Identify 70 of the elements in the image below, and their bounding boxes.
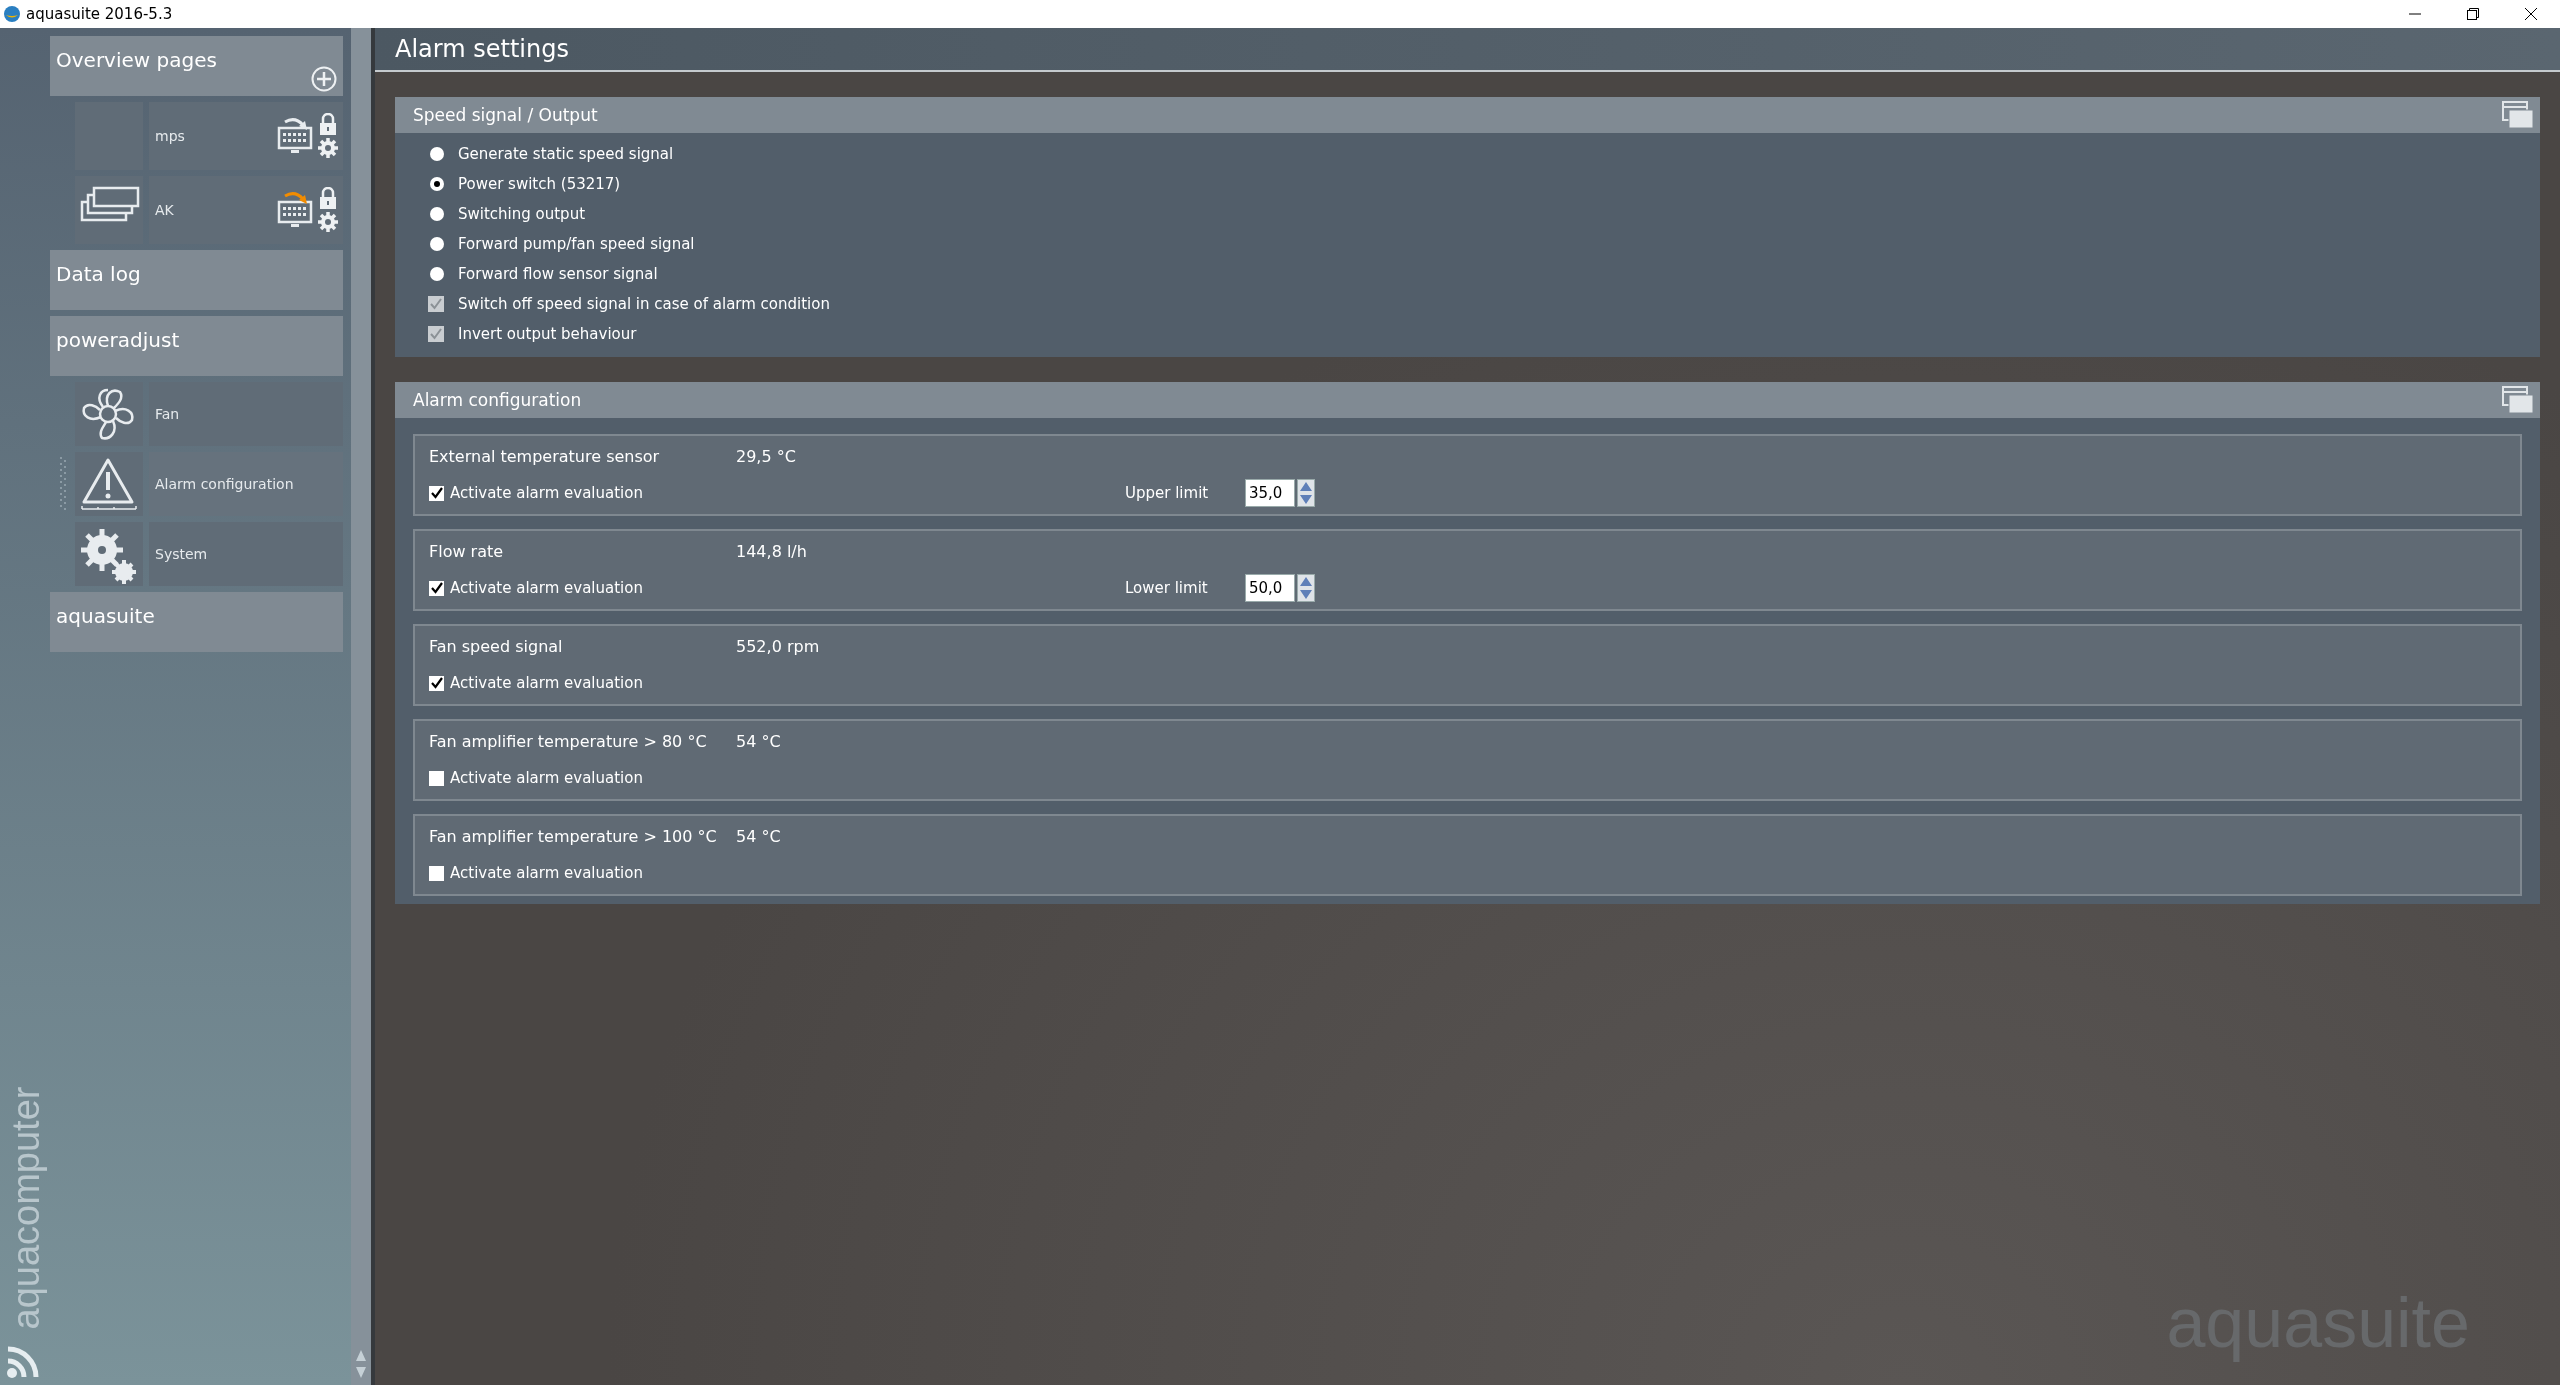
sidebar-item[interactable]: mps — [149, 102, 343, 170]
spinner-arrows-icon[interactable] — [1297, 479, 1315, 507]
checkbox[interactable] — [428, 326, 444, 342]
icon-tile[interactable] — [75, 522, 143, 586]
sensor-label: Flow rate — [429, 541, 505, 561]
checkbox[interactable] — [428, 296, 444, 312]
icon-tile[interactable] — [75, 176, 143, 244]
option-label: Forward flow sensor signal — [458, 265, 658, 283]
sensor-label: Fan speed signal — [429, 636, 564, 656]
panel-header: Alarm configuration — [395, 382, 2540, 418]
sensor-label: Fan amplifier temperature > 80 °C — [429, 731, 708, 751]
sensor-reading: 144,8 l/h — [736, 541, 807, 561]
checkbox[interactable] — [429, 865, 444, 881]
sidebar-item[interactable]: AK — [149, 176, 343, 244]
windows-icon[interactable] — [2502, 386, 2534, 414]
page-title: Alarm settings — [395, 35, 569, 63]
checkbox-label: Activate alarm evaluation — [450, 579, 643, 597]
checkbox[interactable] — [429, 485, 444, 501]
radio-button[interactable] — [430, 267, 444, 281]
sensor-label: External temperature sensor — [429, 446, 661, 466]
checkbox-label: Activate alarm evaluation — [450, 864, 643, 882]
lock-icon[interactable] — [319, 113, 337, 135]
restore-icon[interactable] — [2467, 8, 2479, 20]
radio-button[interactable] — [430, 147, 444, 161]
window-title: aquasuite 2016-5.3 — [26, 5, 173, 23]
radio-button[interactable] — [430, 207, 444, 221]
sidebar-section-tile[interactable]: poweradjust — [50, 316, 343, 376]
checkbox-label: Activate alarm evaluation — [450, 674, 643, 692]
sidebar-item[interactable]: Alarm configuration — [149, 452, 343, 516]
sensor-reading: 54 °C — [736, 731, 781, 751]
option-label: Switching output — [458, 205, 586, 223]
lock-icon[interactable] — [319, 187, 337, 209]
app-logo-icon — [4, 6, 20, 22]
brand-logo-text: aquacomputer — [4, 1085, 48, 1330]
sidebar-item[interactable]: Fan — [149, 382, 343, 446]
limit-label: Upper limit — [1125, 484, 1210, 502]
option-label: Generate static speed signal — [458, 145, 674, 163]
limit-input[interactable]: 35,0 — [1245, 479, 1295, 507]
option-label: Invert output behaviour — [458, 325, 637, 343]
option-label: Power switch (53217) — [458, 175, 621, 193]
panel-header: Speed signal / Output — [395, 97, 2540, 133]
sensor-reading: 54 °C — [736, 826, 781, 846]
sidebar-item[interactable]: System — [149, 522, 343, 586]
sidebar-section-tile[interactable]: aquasuite — [50, 592, 343, 652]
option-label: Forward pump/fan speed signal — [458, 235, 695, 253]
checkbox-label: Activate alarm evaluation — [450, 769, 643, 787]
settings-icon[interactable] — [317, 211, 339, 233]
limit-input[interactable]: 50,0 — [1245, 574, 1295, 602]
checkbox[interactable] — [429, 770, 444, 786]
checkbox[interactable] — [429, 580, 444, 596]
checkbox-label: Activate alarm evaluation — [450, 484, 643, 502]
checkbox[interactable] — [429, 675, 444, 691]
icon-tile[interactable] — [75, 382, 143, 446]
spinner-arrows-icon[interactable] — [1297, 574, 1315, 602]
windows-icon[interactable] — [2502, 101, 2534, 129]
sidebar-section-tile[interactable]: Data log — [50, 250, 343, 310]
monitor-arrow-icon[interactable] — [277, 190, 313, 230]
close-icon[interactable] — [2525, 8, 2537, 20]
settings-icon[interactable] — [317, 137, 339, 159]
radio-button[interactable] — [430, 177, 444, 191]
sensor-label: Fan amplifier temperature > 100 °C — [429, 826, 718, 846]
option-label: Switch off speed signal in case of alarm condition — [458, 295, 830, 313]
monitor-arrow-icon[interactable] — [277, 116, 313, 156]
add-icon[interactable] — [311, 66, 337, 92]
radio-button[interactable] — [430, 237, 444, 251]
scrollbar[interactable] — [351, 28, 371, 1385]
sensor-reading: 552,0 rpm — [736, 636, 820, 656]
sensor-reading: 29,5 °C — [736, 446, 796, 466]
limit-label: Lower limit — [1125, 579, 1209, 597]
sidebar-section-tile[interactable]: Overview pages — [50, 36, 343, 96]
